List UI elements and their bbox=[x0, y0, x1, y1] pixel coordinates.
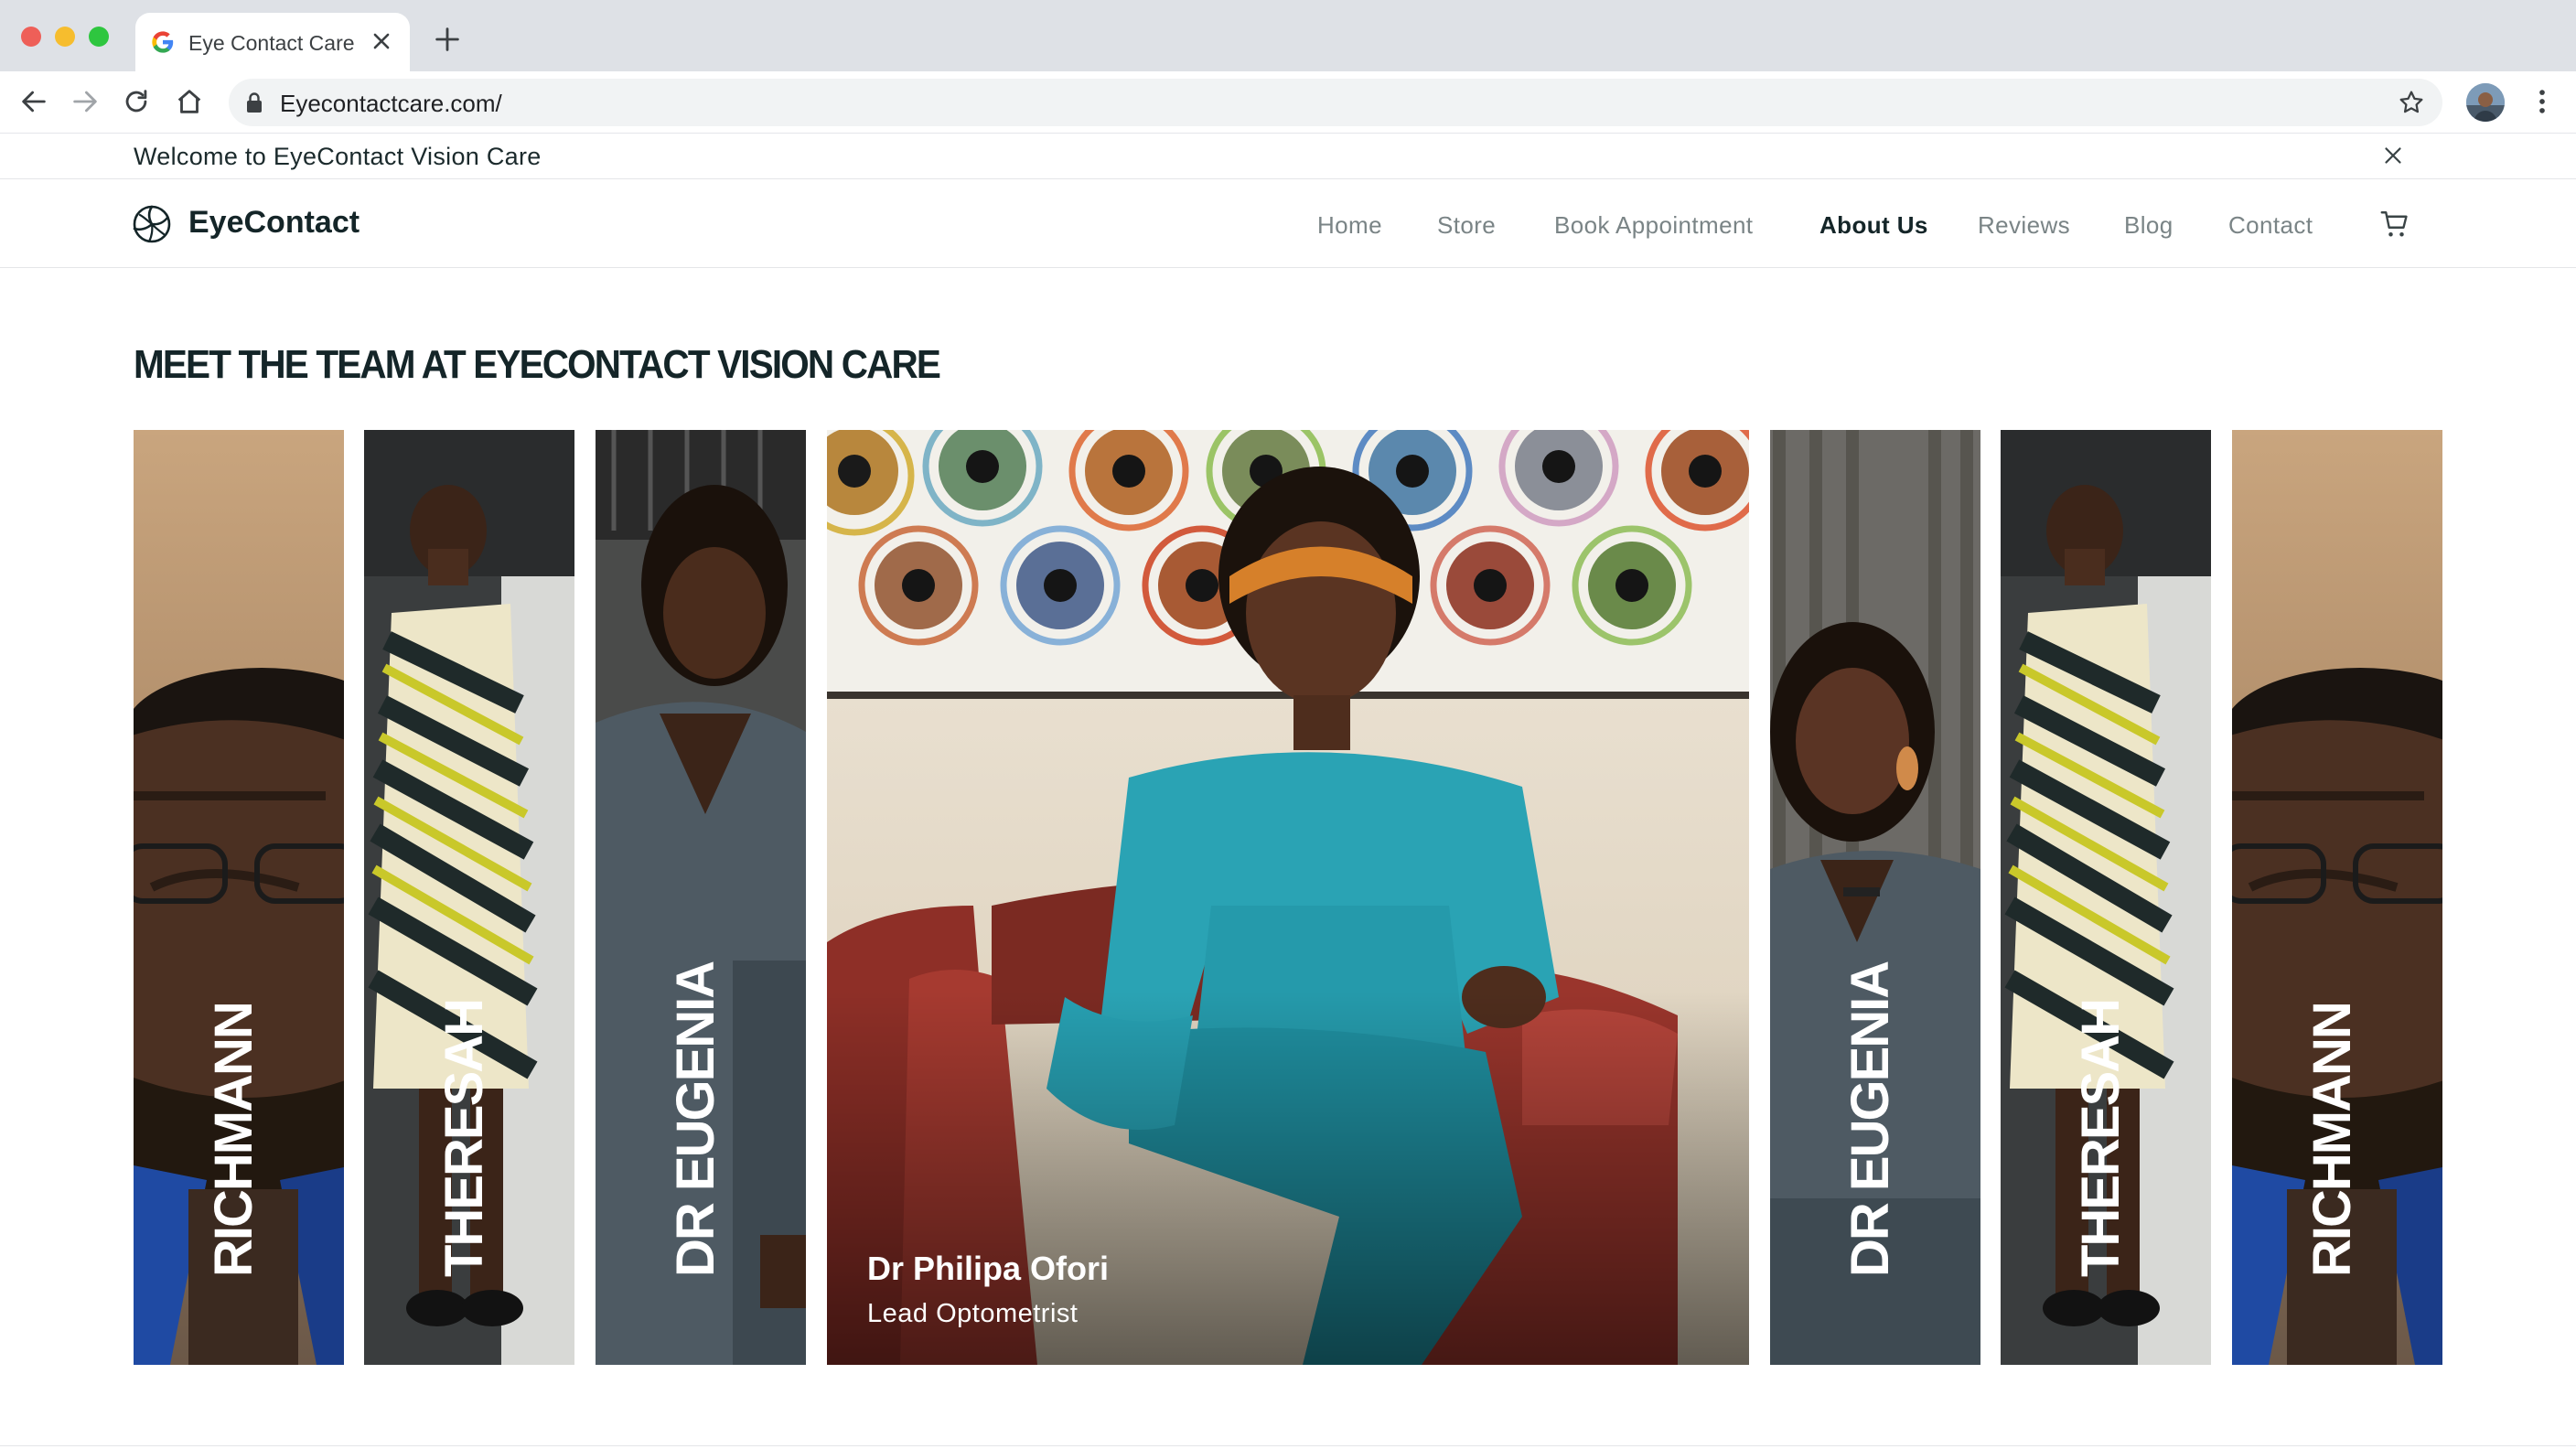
section-divider bbox=[0, 1445, 2576, 1446]
lock-icon bbox=[247, 92, 262, 113]
star-icon[interactable] bbox=[2397, 88, 2426, 117]
site-header: EyeContact Home Store Book Appointment A… bbox=[0, 180, 2576, 268]
team-member-card[interactable]: THERESAH bbox=[364, 430, 574, 1365]
url-text: Eyecontactcare.com/ bbox=[280, 90, 502, 117]
featured-member-name: Dr Philipa Ofori bbox=[867, 1250, 1110, 1287]
close-icon[interactable] bbox=[366, 26, 397, 57]
home-icon[interactable] bbox=[174, 86, 205, 117]
team-member-name: RICHMANN bbox=[204, 1003, 263, 1277]
featured-team-member-photo bbox=[827, 430, 1749, 1365]
window-minimize-button[interactable] bbox=[55, 27, 75, 47]
team-member-name: DR EUGENIA bbox=[1841, 961, 1900, 1277]
team-member-name: RICHMANN bbox=[2302, 1003, 2362, 1277]
close-icon[interactable] bbox=[2379, 142, 2407, 169]
team-member-name: DR EUGENIA bbox=[666, 961, 725, 1277]
browser-tab-bar: Eye Contact Care bbox=[0, 0, 2576, 71]
reload-icon[interactable] bbox=[121, 86, 152, 117]
team-member-name: THERESAH bbox=[435, 999, 494, 1277]
window-maximize-button[interactable] bbox=[89, 27, 109, 47]
google-favicon-icon bbox=[152, 31, 174, 53]
announcement-text: Welcome to EyeContact Vision Care bbox=[134, 143, 542, 170]
avatar-image bbox=[2466, 83, 2505, 122]
profile-avatar[interactable] bbox=[2466, 83, 2505, 122]
window-close-button[interactable] bbox=[21, 27, 41, 47]
featured-team-member-card[interactable]: Dr Philipa Ofori Lead Optometrist bbox=[827, 430, 1749, 1365]
nav-contact[interactable]: Contact bbox=[2228, 211, 2313, 240]
team-member-name: THERESAH bbox=[2071, 999, 2131, 1277]
kebab-menu-icon[interactable] bbox=[2527, 86, 2558, 117]
plus-icon[interactable] bbox=[432, 24, 463, 55]
nav-about-us[interactable]: About Us bbox=[1819, 211, 1928, 240]
tab-title: Eye Contact Care bbox=[188, 31, 355, 55]
browser-toolbar: Eyecontactcare.com/ bbox=[0, 71, 2576, 134]
nav-reviews[interactable]: Reviews bbox=[1978, 211, 2070, 240]
team-member-card[interactable]: DR EUGENIA bbox=[596, 430, 806, 1365]
nav-book-appointment[interactable]: Book Appointment bbox=[1554, 211, 1753, 240]
address-bar[interactable]: Eyecontactcare.com/ bbox=[229, 79, 2442, 126]
nav-home[interactable]: Home bbox=[1317, 211, 1382, 240]
featured-member-role: Lead Optometrist bbox=[867, 1299, 1079, 1328]
team-member-card[interactable]: RICHMANN bbox=[134, 430, 344, 1365]
team-heading: MEET THE TEAM AT EYECONTACT VISION CARE bbox=[134, 342, 941, 387]
eyecontact-logo-icon[interactable] bbox=[132, 204, 172, 244]
team-member-card[interactable]: RICHMANN bbox=[2232, 430, 2442, 1365]
logo-text[interactable]: EyeContact bbox=[188, 205, 360, 241]
announcement-bar: Welcome to EyeContact Vision Care bbox=[0, 134, 2576, 179]
forward-arrow-icon[interactable] bbox=[70, 86, 101, 117]
cart-icon[interactable] bbox=[2378, 208, 2411, 241]
team-member-card[interactable]: THERESAH bbox=[2001, 430, 2211, 1365]
back-arrow-icon[interactable] bbox=[18, 86, 49, 117]
team-member-card[interactable]: DR EUGENIA bbox=[1770, 430, 1980, 1365]
browser-tab[interactable]: Eye Contact Care bbox=[135, 13, 410, 71]
nav-store[interactable]: Store bbox=[1437, 211, 1496, 240]
nav-blog[interactable]: Blog bbox=[2124, 211, 2174, 240]
